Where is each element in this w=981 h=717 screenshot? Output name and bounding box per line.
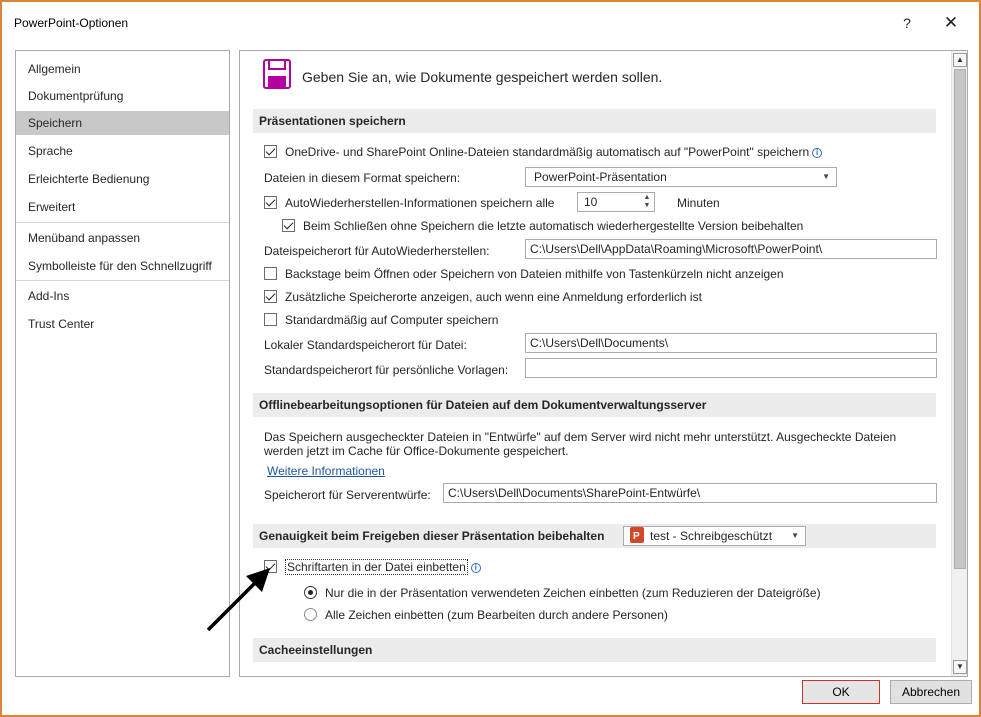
info-icon[interactable]: i (812, 148, 823, 158)
keep-last-checkbox[interactable] (282, 219, 295, 232)
embed-fonts-label: Schriftarten in der Datei einbetten (285, 559, 468, 575)
settings-panel: Geben Sie an, wie Dokumente gespeichert … (239, 50, 968, 677)
templates-path-label: Standardspeicherort für persönliche Vorl… (264, 363, 509, 377)
onedrive-label: OneDrive- und SharePoint Online-Dateien … (285, 145, 810, 159)
save-to-computer-checkbox[interactable] (264, 313, 277, 326)
autorecover-minutes-stepper[interactable]: 10 ▲ ▼ (577, 192, 655, 212)
powerpoint-file-icon (630, 527, 644, 546)
nav-item-erweitert[interactable]: Erweitert (16, 195, 229, 219)
keep-last-label: Beim Schließen ohne Speichern die letzte… (303, 219, 804, 233)
nav-divider (16, 222, 229, 223)
help-button[interactable]: ? (895, 12, 919, 34)
autorecover-minutes-value: 10 (584, 195, 598, 209)
autorecover-checkbox[interactable] (264, 196, 277, 209)
server-drafts-label: Speicherort für Serverentwürfe: (264, 488, 431, 502)
additional-locations-checkbox[interactable] (264, 290, 277, 303)
autorecover-path-input[interactable]: C:\Users\Dell\AppData\Roaming\Microsoft\… (525, 239, 937, 259)
onedrive-checkbox[interactable] (264, 145, 277, 158)
chevron-down-icon: ▼ (791, 531, 799, 540)
nav-item-schnellzugriff[interactable]: Symbolleiste für den Schnellzugriff (16, 254, 229, 278)
format-value: PowerPoint-Präsentation (534, 170, 667, 184)
options-dialog: PowerPoint-Optionen ? ✕ Allgemein Dokume… (0, 0, 981, 717)
backstage-option[interactable]: Backstage beim Öffnen oder Speichern von… (264, 267, 784, 281)
nav-item-allgemein[interactable]: Allgemein (16, 57, 229, 81)
more-info-link[interactable]: Weitere Informationen (267, 464, 385, 478)
embed-all-option[interactable]: Alle Zeichen einbetten (zum Bearbeiten d… (304, 608, 668, 622)
section-header-save: Präsentationen speichern (253, 109, 936, 133)
presentation-dropdown[interactable]: test - Schreibgeschützt ▼ (623, 526, 806, 546)
autorecover-option[interactable]: AutoWiederherstellen-Informationen speic… (264, 196, 554, 210)
additional-locations-label: Zusätzliche Speicherorte anzeigen, auch … (285, 290, 702, 304)
cancel-button[interactable]: Abbrechen (890, 680, 972, 704)
minutes-label: Minuten (677, 196, 720, 210)
offline-info-text: Das Speichern ausgecheckter Dateien in "… (264, 430, 897, 458)
autorecover-path-label: Dateispeicherort für AutoWiederherstelle… (264, 244, 490, 258)
nav-item-erleichterte-bedienung[interactable]: Erleichterte Bedienung (16, 167, 229, 191)
arrow-annotation-icon (206, 568, 270, 632)
format-label: Dateien in diesem Format speichern: (264, 171, 461, 185)
nav-item-add-ins[interactable]: Add-Ins (16, 284, 229, 308)
additional-locations-option[interactable]: Zusätzliche Speicherorte anzeigen, auch … (264, 290, 702, 304)
embed-all-radio[interactable] (304, 608, 317, 621)
scroll-up-icon[interactable]: ▲ (953, 53, 967, 67)
info-icon[interactable]: i (470, 563, 481, 573)
spin-arrows-icon[interactable]: ▲ ▼ (642, 194, 652, 210)
category-nav: Allgemein Dokumentprüfung Speichern Spra… (15, 50, 230, 677)
embed-used-option[interactable]: Nur die in der Präsentation verwendeten … (304, 586, 821, 600)
section-header-offline: Offlinebearbeitungsoptionen für Dateien … (253, 393, 936, 417)
section-header-cache: Cacheeinstellungen (253, 638, 936, 662)
close-button[interactable]: ✕ (938, 12, 964, 34)
presentation-value: test - Schreibgeschützt (650, 529, 773, 543)
autorecover-label: AutoWiederherstellen-Informationen speic… (285, 196, 555, 210)
embed-all-label: Alle Zeichen einbetten (zum Bearbeiten d… (325, 608, 668, 622)
nav-divider (16, 280, 229, 281)
save-floppy-icon (263, 59, 291, 89)
save-to-computer-option[interactable]: Standardmäßig auf Computer speichern (264, 313, 498, 327)
section-header-fidelity: Genauigkeit beim Freigeben dieser Präsen… (253, 524, 936, 548)
templates-path-input[interactable] (525, 358, 937, 378)
local-path-input[interactable]: C:\Users\Dell\Documents\ (525, 333, 937, 353)
onedrive-autosave-option[interactable]: OneDrive- und SharePoint Online-Dateien … (264, 145, 823, 159)
fidelity-heading: Genauigkeit beim Freigeben dieser Präsen… (259, 529, 605, 543)
ok-button[interactable]: OK (802, 680, 880, 704)
chevron-down-icon: ▼ (822, 172, 830, 181)
scroll-down-icon[interactable]: ▼ (953, 660, 967, 674)
keep-last-version-option[interactable]: Beim Schließen ohne Speichern die letzte… (282, 219, 803, 233)
embed-used-label: Nur die in der Präsentation verwendeten … (325, 586, 821, 600)
title-bar: PowerPoint-Optionen ? ✕ (2, 2, 979, 42)
scrollbar-thumb[interactable] (954, 69, 966, 569)
local-path-label: Lokaler Standardspeicherort für Datei: (264, 338, 467, 352)
nav-item-menueband[interactable]: Menüband anpassen (16, 226, 229, 250)
embed-used-radio[interactable] (304, 586, 317, 599)
nav-item-speichern[interactable]: Speichern (16, 111, 229, 135)
backstage-checkbox[interactable] (264, 267, 277, 280)
embed-fonts-option[interactable]: Schriftarten in der Datei einbetten i (264, 559, 481, 575)
format-dropdown[interactable]: PowerPoint-Präsentation ▼ (525, 167, 837, 187)
save-to-computer-label: Standardmäßig auf Computer speichern (285, 313, 499, 327)
window-title: PowerPoint-Optionen (14, 16, 129, 30)
backstage-label: Backstage beim Öffnen oder Speichern von… (285, 267, 784, 281)
vertical-scrollbar[interactable]: ▲ ▼ (951, 51, 967, 676)
nav-item-sprache[interactable]: Sprache (16, 139, 229, 163)
nav-item-dokumentpruefung[interactable]: Dokumentprüfung (16, 84, 229, 108)
nav-item-trust-center[interactable]: Trust Center (16, 312, 229, 336)
server-drafts-input[interactable]: C:\Users\Dell\Documents\SharePoint-Entwü… (443, 483, 937, 503)
page-intro: Geben Sie an, wie Dokumente gespeichert … (302, 69, 663, 85)
